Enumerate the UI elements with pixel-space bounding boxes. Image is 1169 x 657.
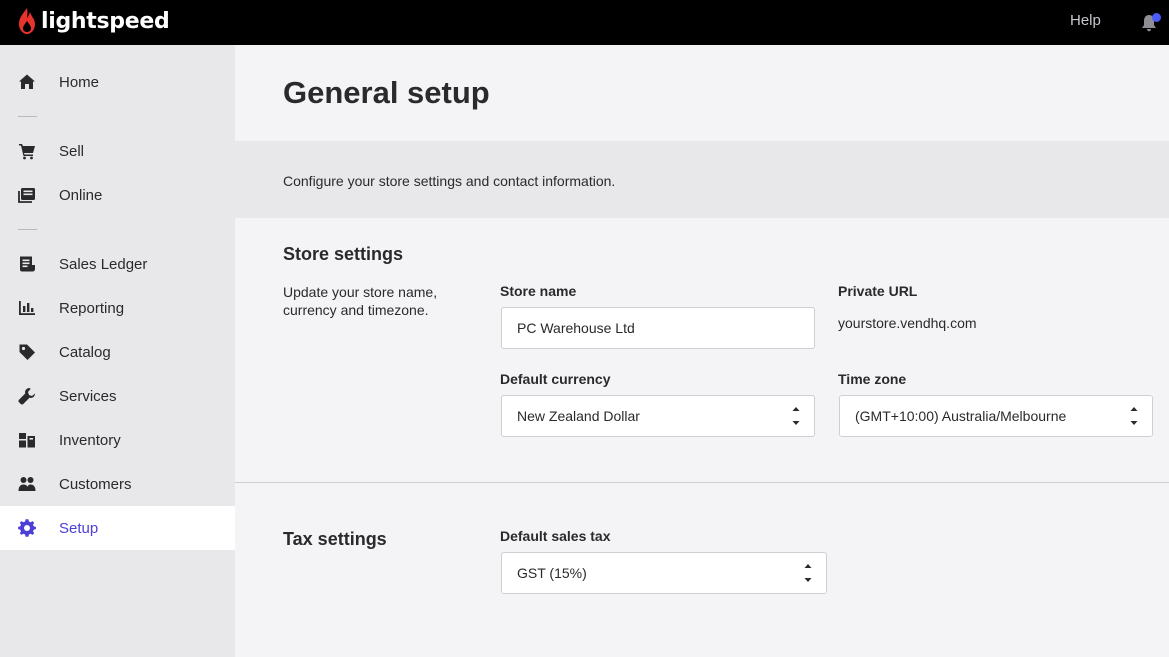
online-icon — [18, 186, 36, 204]
sidebar-item-label: Online — [59, 186, 103, 204]
default-sales-tax-label: Default sales tax — [500, 528, 611, 544]
sidebar-item-label: Inventory — [59, 431, 121, 449]
store-name-label: Store name — [500, 283, 577, 299]
page-title: General setup — [283, 75, 490, 110]
flame-icon — [19, 8, 35, 34]
notification-badge — [1152, 13, 1161, 22]
sidebar-item-online[interactable]: Online — [0, 173, 235, 217]
sidebar-item-label: Sales Ledger — [59, 255, 148, 273]
default-sales-tax-value: GST (15%) — [517, 565, 587, 581]
time-zone-value: (GMT+10:00) Australia/Melbourne — [855, 408, 1067, 424]
default-sales-tax-select[interactable]: GST (15%) — [501, 552, 827, 594]
default-currency-value: New Zealand Dollar — [517, 408, 640, 424]
sidebar-item-sell[interactable]: Sell — [0, 129, 235, 173]
top-bar: lightspeed Help — [0, 0, 1169, 45]
default-currency-label: Default currency — [500, 371, 611, 387]
select-arrows-icon — [804, 564, 812, 582]
boxes-icon — [18, 431, 36, 449]
gear-icon — [18, 519, 36, 537]
sidebar-item-label: Setup — [59, 519, 99, 537]
time-zone-label: Time zone — [838, 371, 907, 387]
sidebar: Home Sell Online Sales Ledger Reporting … — [0, 45, 235, 657]
private-url-label: Private URL — [838, 283, 918, 299]
store-name-input[interactable] — [501, 307, 815, 349]
select-arrows-icon — [792, 407, 800, 425]
chart-icon — [18, 299, 36, 317]
main-content: General setup Configure your store setti… — [235, 45, 1169, 657]
wrench-icon — [18, 387, 36, 405]
brand-name: lightspeed — [41, 8, 170, 34]
select-arrows-icon — [1130, 407, 1138, 425]
time-zone-select[interactable]: (GMT+10:00) Australia/Melbourne — [839, 395, 1153, 437]
store-settings-description: Update your store name, currency and tim… — [283, 284, 438, 318]
sidebar-item-services[interactable]: Services — [0, 374, 235, 418]
sidebar-item-label: Services — [59, 387, 117, 405]
cart-icon — [18, 142, 36, 160]
page-description: Configure your store settings and contac… — [283, 173, 616, 189]
private-url-value: yourstore.vendhq.com — [838, 315, 977, 331]
default-currency-select[interactable]: New Zealand Dollar — [501, 395, 815, 437]
help-link[interactable]: Help — [1070, 12, 1101, 29]
sidebar-item-customers[interactable]: Customers — [0, 462, 235, 506]
sidebar-item-label: Reporting — [59, 299, 125, 317]
lightspeed-logo[interactable]: lightspeed — [17, 6, 170, 36]
tag-icon — [18, 343, 36, 361]
sidebar-item-catalog[interactable]: Catalog — [0, 330, 235, 374]
tax-settings-title: Tax settings — [283, 529, 387, 549]
users-icon — [18, 475, 36, 493]
sidebar-item-reporting[interactable]: Reporting — [0, 286, 235, 330]
notifications-button[interactable] — [1141, 13, 1161, 32]
sidebar-item-home[interactable]: Home — [0, 60, 235, 104]
sidebar-item-sales-ledger[interactable]: Sales Ledger — [0, 242, 235, 286]
sidebar-item-setup[interactable]: Setup — [0, 506, 235, 550]
sidebar-item-label: Customers — [59, 475, 132, 493]
sidebar-divider — [18, 229, 37, 230]
sidebar-item-label: Home — [59, 73, 100, 91]
store-settings-title: Store settings — [283, 244, 404, 264]
section-divider — [235, 482, 1169, 483]
sidebar-item-inventory[interactable]: Inventory — [0, 418, 235, 462]
ledger-icon — [18, 255, 36, 273]
home-icon — [18, 73, 36, 91]
sidebar-divider — [18, 116, 37, 117]
sidebar-item-label: Sell — [59, 142, 85, 160]
sidebar-item-label: Catalog — [59, 343, 111, 361]
page-header: General setup — [235, 45, 1169, 141]
